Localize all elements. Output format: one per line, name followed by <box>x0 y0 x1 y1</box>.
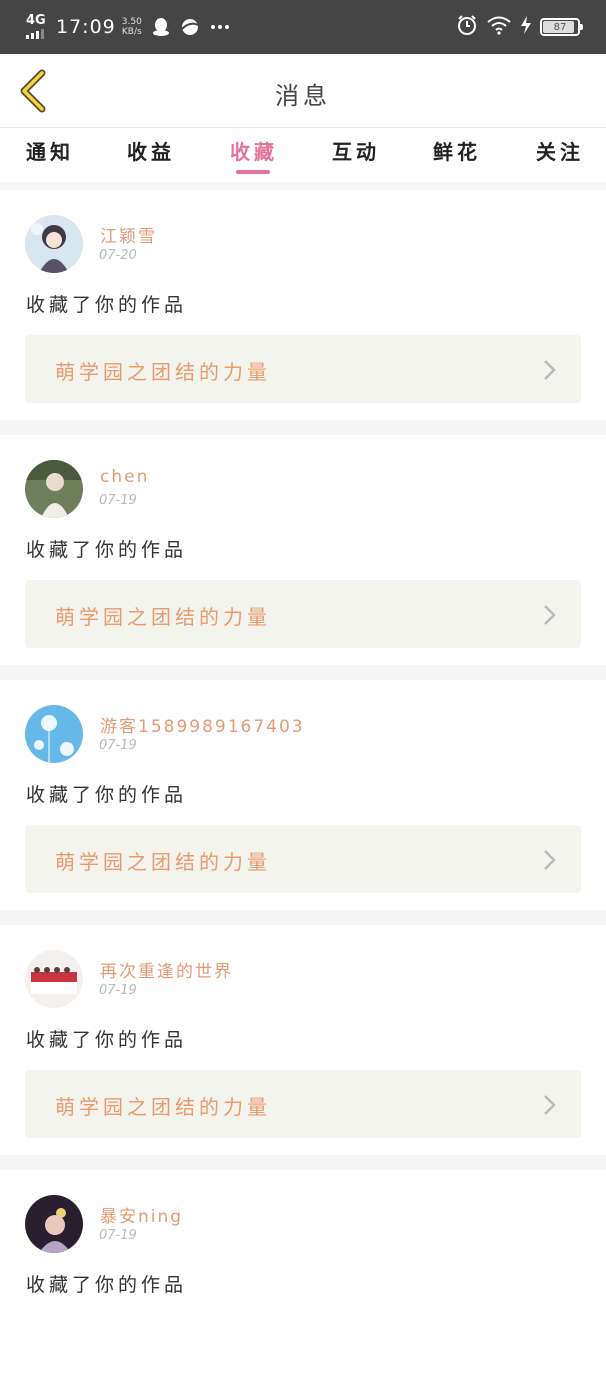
tab-earnings[interactable]: 收益 <box>127 136 175 165</box>
active-tab-indicator <box>236 170 270 174</box>
chevron-right-icon <box>544 360 556 380</box>
network-speed-unit: KB/s <box>121 27 142 37</box>
list-item: 游客1589989167403 07-19 收藏了你的作品 萌学园之团结的力量 <box>0 680 606 910</box>
chevron-right-icon <box>544 850 556 870</box>
list-item: chen 07-19 收藏了你的作品 萌学园之团结的力量 <box>0 435 606 665</box>
username[interactable]: 游客1589989167403 <box>100 712 305 737</box>
avatar[interactable] <box>25 460 83 518</box>
battery-icon: 87 <box>540 18 583 36</box>
date: 07-19 <box>99 983 137 998</box>
list-item: 再次重逢的世界 07-19 收藏了你的作品 萌学园之团结的力量 <box>0 925 606 1155</box>
tab-follows[interactable]: 关注 <box>536 136 584 165</box>
action-text: 收藏了你的作品 <box>26 539 188 561</box>
tab-bar: 通知 收益 收藏 互动 鲜花 关注 <box>0 128 606 182</box>
chevron-right-icon <box>544 605 556 625</box>
status-bar: 4G 17:09 3.50 KB/s 87 <box>0 0 606 54</box>
action-text: 收藏了你的作品 <box>26 1274 188 1296</box>
tab-notifications[interactable]: 通知 <box>26 136 74 165</box>
date: 07-19 <box>99 738 137 753</box>
status-right: 87 <box>456 12 583 42</box>
work-title: 萌学园之团结的力量 <box>55 1095 271 1119</box>
chevron-right-icon <box>544 1095 556 1115</box>
work-title: 萌学园之团结的力量 <box>55 360 271 384</box>
page-title: 消息 <box>275 82 331 110</box>
username[interactable]: 江颖雪 <box>100 222 157 247</box>
browser-icon <box>180 17 200 37</box>
work-link[interactable]: 萌学园之团结的力量 <box>25 580 581 648</box>
signal-icon: 4G <box>26 14 52 40</box>
tab-flowers[interactable]: 鲜花 <box>433 136 481 165</box>
network-speed: 3.50 KB/s <box>122 17 142 37</box>
avatar[interactable] <box>25 950 83 1008</box>
network-speed-value: 3.50 <box>121 17 142 27</box>
network-type: 4G <box>26 13 46 28</box>
status-left: 4G 17:09 3.50 KB/s <box>26 12 230 42</box>
wifi-icon <box>486 15 512 39</box>
username[interactable]: 暴安ning <box>100 1202 183 1227</box>
work-link[interactable]: 萌学园之团结的力量 <box>25 335 581 403</box>
avatar[interactable] <box>25 1195 83 1253</box>
work-link[interactable]: 萌学园之团结的力量 <box>25 1070 581 1138</box>
action-text: 收藏了你的作品 <box>26 784 188 806</box>
tab-favorites[interactable]: 收藏 <box>230 136 278 165</box>
date: 07-19 <box>99 1228 137 1243</box>
charging-icon <box>520 15 532 39</box>
work-title: 萌学园之团结的力量 <box>55 850 271 874</box>
date: 07-20 <box>99 248 137 263</box>
tab-interactions[interactable]: 互动 <box>332 136 380 165</box>
action-text: 收藏了你的作品 <box>26 294 188 316</box>
clock: 17:09 <box>56 16 116 38</box>
more-dots-icon <box>210 24 230 30</box>
list-item: 江颖雪 07-20 收藏了你的作品 萌学园之团结的力量 <box>0 190 606 420</box>
qq-icon <box>152 17 170 37</box>
avatar[interactable] <box>25 215 83 273</box>
work-title: 萌学园之团结的力量 <box>55 605 271 629</box>
username[interactable]: 再次重逢的世界 <box>100 957 233 982</box>
app-header: 消息 <box>0 54 606 128</box>
list-item: 暴安ning 07-19 收藏了你的作品 <box>0 1170 606 1400</box>
username[interactable]: chen <box>100 467 149 487</box>
alarm-icon <box>456 14 478 40</box>
date: 07-19 <box>99 493 137 508</box>
avatar[interactable] <box>25 705 83 763</box>
action-text: 收藏了你的作品 <box>26 1029 188 1051</box>
battery-level: 87 <box>553 21 567 33</box>
work-link[interactable]: 萌学园之团结的力量 <box>25 825 581 893</box>
